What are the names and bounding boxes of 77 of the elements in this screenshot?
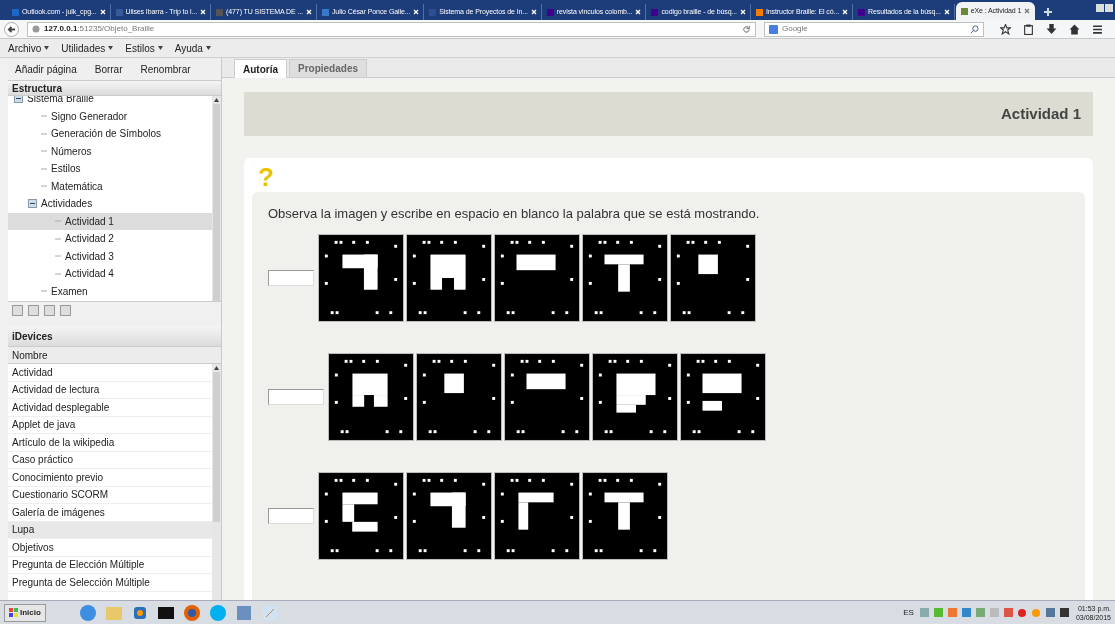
tree-item[interactable]: Signo Generador bbox=[8, 107, 212, 125]
instruction-text: Observa la imagen y escribe en espacio en blanco la palabra que se está mostrando. bbox=[268, 205, 761, 223]
tab[interactable]: Autoría bbox=[234, 59, 287, 78]
star-icon[interactable] bbox=[1000, 23, 1011, 35]
url-path: :51235/Objeto_Braille bbox=[77, 23, 155, 35]
list-item[interactable]: Galería de imágenes bbox=[8, 504, 212, 522]
menu-item[interactable]: Estilos bbox=[125, 40, 163, 56]
tree-item[interactable]: Números bbox=[8, 142, 212, 160]
tree-branch-icon bbox=[41, 132, 47, 135]
search-field[interactable]: Google bbox=[764, 21, 984, 37]
tree-item[interactable]: Actividad 1 bbox=[8, 212, 212, 230]
answer-field[interactable] bbox=[268, 388, 324, 405]
panel-header: Estructura bbox=[8, 80, 221, 96]
scrollbar[interactable] bbox=[212, 96, 221, 301]
caret-icon bbox=[44, 46, 50, 50]
home-icon[interactable] bbox=[1069, 23, 1080, 35]
back-button[interactable] bbox=[4, 21, 19, 37]
start-button[interactable]: Inicio bbox=[4, 603, 46, 622]
menu-icon[interactable] bbox=[1092, 23, 1103, 35]
question-icon: ? bbox=[258, 164, 274, 192]
tree-item[interactable]: Actividad 4 bbox=[8, 265, 212, 283]
list-item[interactable]: Cuestionario SCORM bbox=[8, 486, 212, 504]
column-header: Nombre bbox=[8, 346, 221, 364]
language-indicator[interactable]: ES bbox=[903, 606, 914, 619]
search-icon[interactable] bbox=[970, 24, 979, 34]
list-item[interactable]: Artículo de la wikipedia bbox=[8, 434, 212, 452]
caret-icon bbox=[157, 46, 163, 50]
address-field[interactable]: 127.0.0.1:51235/Objeto_Braille bbox=[27, 21, 756, 37]
tree-item[interactable]: Matemática bbox=[8, 177, 212, 195]
list-item[interactable]: Actividad de lectura bbox=[8, 381, 212, 399]
tree-branch-icon bbox=[55, 272, 61, 275]
list-item[interactable]: Caso práctico bbox=[8, 451, 212, 469]
toolbar-button[interactable]: Borrar bbox=[91, 61, 126, 77]
tree-item[interactable]: Actividad 2 bbox=[8, 230, 212, 248]
menu-item[interactable]: Utilidades bbox=[61, 40, 114, 56]
page-title: Actividad 1 bbox=[1000, 103, 1081, 124]
tree-item[interactable]: Actividad 3 bbox=[8, 247, 212, 265]
answer-field[interactable] bbox=[268, 507, 314, 524]
caret-icon bbox=[205, 46, 211, 50]
globe-icon bbox=[32, 25, 40, 33]
tree-branch-icon bbox=[41, 150, 47, 153]
list-item[interactable]: Actividad desplegable bbox=[8, 399, 212, 417]
toolbar-button[interactable]: Añadir página bbox=[12, 61, 80, 77]
tree-branch-icon bbox=[41, 115, 47, 118]
menu-item[interactable]: Ayuda bbox=[174, 40, 211, 56]
tree-item[interactable]: Examen bbox=[8, 282, 212, 300]
list-item[interactable]: Pregunta de Selección Múltiple bbox=[8, 574, 212, 592]
search-input[interactable]: Google bbox=[782, 23, 966, 35]
tree-branch-icon bbox=[41, 185, 47, 188]
search-engine-icon bbox=[769, 24, 778, 34]
panel-header: iDevices bbox=[8, 326, 221, 346]
list-item[interactable]: Actividad bbox=[8, 364, 212, 382]
list-item[interactable]: Pregunta de Elección Múltiple bbox=[8, 556, 212, 574]
list-item[interactable]: Applet de java bbox=[8, 416, 212, 434]
toolbar-button[interactable]: Renombrar bbox=[137, 61, 194, 77]
tree-item[interactable]: Actividades bbox=[8, 195, 212, 213]
answer-field[interactable] bbox=[268, 269, 314, 286]
scrollbar[interactable] bbox=[212, 364, 221, 600]
list-item[interactable]: Conocimiento previo bbox=[8, 469, 212, 487]
tab[interactable]: Propiedades bbox=[289, 59, 368, 77]
list-item[interactable]: Objetivos bbox=[8, 539, 212, 557]
download-icon[interactable] bbox=[1046, 23, 1057, 35]
clipboard-icon[interactable] bbox=[1023, 23, 1034, 35]
tree-item[interactable]: Generación de Símbolos bbox=[8, 125, 212, 143]
tree-branch-icon bbox=[55, 237, 61, 240]
windows-logo-icon bbox=[9, 608, 18, 617]
back-arrow-icon bbox=[7, 24, 16, 34]
collapse-icon[interactable] bbox=[14, 96, 23, 104]
reload-icon[interactable] bbox=[742, 24, 751, 34]
new-tab-icon[interactable] bbox=[1044, 8, 1053, 16]
collapse-icon[interactable] bbox=[28, 199, 37, 209]
menu-item[interactable]: Archivo bbox=[8, 40, 50, 56]
tree-branch-icon bbox=[55, 255, 61, 258]
tree-item[interactable]: Estilos bbox=[8, 160, 212, 178]
tree-branch-icon bbox=[41, 167, 47, 170]
caret-icon bbox=[108, 46, 114, 50]
tree-branch-icon bbox=[41, 290, 47, 293]
